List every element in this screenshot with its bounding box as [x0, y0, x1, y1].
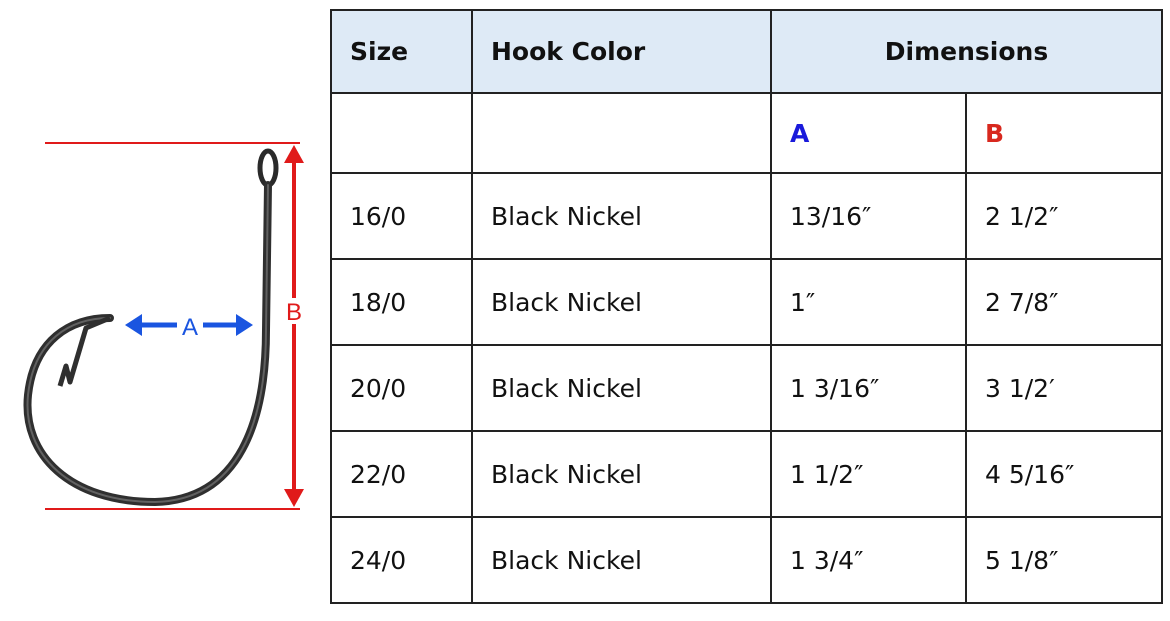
dimension-b-arrow: B	[284, 145, 304, 507]
cell-hook-color: Black Nickel	[471, 430, 772, 518]
dimension-a-label: A	[182, 314, 198, 341]
dimension-b-label: B	[286, 299, 302, 326]
table-row: 20/0 Black Nickel 1 3/16″ 3 1/2′	[330, 344, 1163, 432]
cell-hook-color: Black Nickel	[471, 516, 772, 604]
table-header-row: Size Hook Color Dimensions	[330, 9, 1163, 94]
cell-hook-color: Black Nickel	[471, 172, 772, 260]
cell-dimension-b: 5 1/8″	[965, 516, 1163, 604]
cell-dimension-a: 1 3/4″	[770, 516, 967, 604]
cell-dimension-a: 1 3/16″	[770, 344, 967, 432]
table-row: 16/0 Black Nickel 13/16″ 2 1/2″	[330, 172, 1163, 260]
table-row: 24/0 Black Nickel 1 3/4″ 5 1/8″	[330, 516, 1163, 604]
header-size: Size	[330, 9, 473, 94]
cell-size: 20/0	[330, 344, 473, 432]
table-row: 18/0 Black Nickel 1″ 2 7/8″	[330, 258, 1163, 346]
cell-dimension-a: 13/16″	[770, 172, 967, 260]
hook-size-table: Size Hook Color Dimensions A B 16/0 Blac…	[330, 9, 1163, 604]
table-subheader-row: A B	[330, 92, 1163, 174]
cell-hook-color: Black Nickel	[471, 258, 772, 346]
cell-dimension-b: 2 1/2″	[965, 172, 1163, 260]
hook-diagram: A B	[23, 142, 304, 510]
subheader-size-empty	[330, 92, 473, 174]
subheader-a: A	[770, 92, 967, 174]
subheader-color-empty	[471, 92, 772, 174]
cell-dimension-a: 1 1/2″	[770, 430, 967, 518]
cell-size: 16/0	[330, 172, 473, 260]
subheader-b-label: B	[985, 118, 1005, 148]
cell-size: 18/0	[330, 258, 473, 346]
cell-dimension-b: 4 5/16″	[965, 430, 1163, 518]
cell-dimension-b: 3 1/2′	[965, 344, 1163, 432]
cell-hook-color: Black Nickel	[471, 344, 772, 432]
cell-size: 24/0	[330, 516, 473, 604]
dimension-a-arrow: A	[125, 313, 253, 341]
table-row: 22/0 Black Nickel 1 1/2″ 4 5/16″	[330, 430, 1163, 518]
cell-dimension-b: 2 7/8″	[965, 258, 1163, 346]
subheader-a-label: A	[790, 118, 810, 148]
header-dimensions: Dimensions	[770, 9, 1163, 94]
cell-dimension-a: 1″	[770, 258, 967, 346]
subheader-b: B	[965, 92, 1163, 174]
header-hook-color: Hook Color	[471, 9, 772, 94]
cell-size: 22/0	[330, 430, 473, 518]
